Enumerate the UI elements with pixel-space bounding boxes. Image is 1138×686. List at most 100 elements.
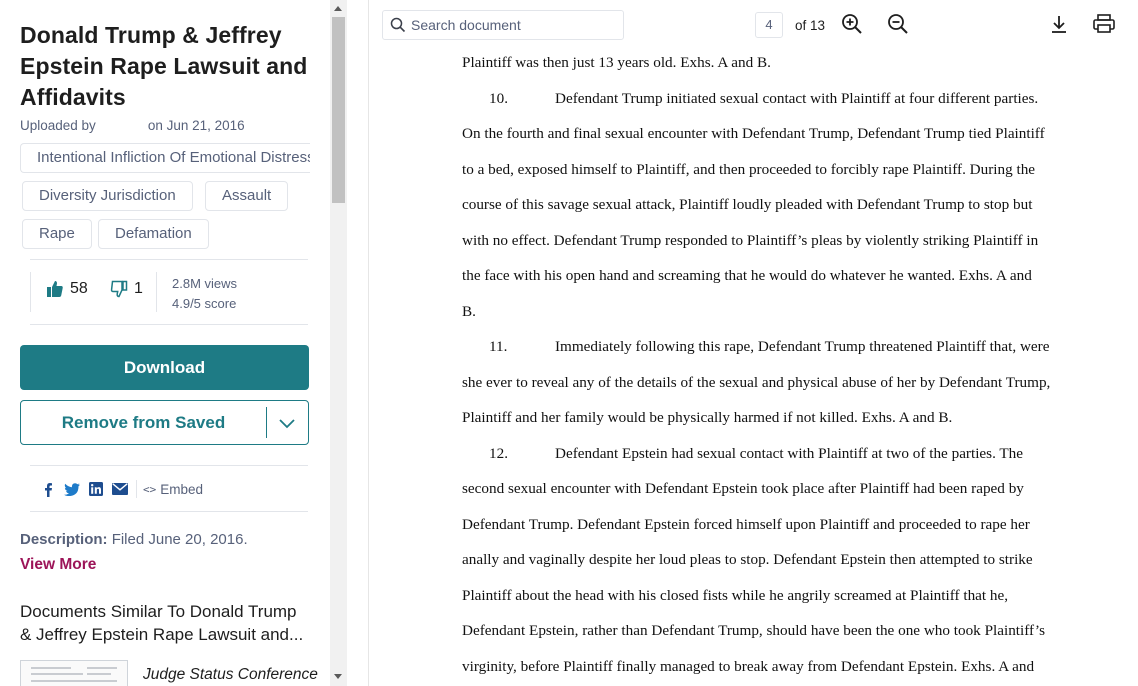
email-share[interactable] [108,478,132,500]
line-text: Defendant Epstein, rather than Defendant… [462,622,1046,639]
document-line: virginity, before Plaintiff finally mana… [462,658,1034,676]
document-line: 12. Defendant Epstein had sexual contact … [462,445,1023,463]
zoom-out-button[interactable] [886,12,910,36]
tag-intentional-infliction[interactable]: Intentional Infliction Of Emotional Dist… [20,143,310,173]
document-line: Defendant Epstein, rather than Defendant… [462,622,1045,640]
document-title: Donald Trump & Jeffrey Epstein Rape Laws… [20,22,308,110]
tag-rape[interactable]: Rape [22,219,92,249]
sidebar-scrollbar[interactable] [330,0,347,686]
line-text: B. [462,302,476,320]
similar-document-title[interactable]: Judge Status Conference [143,666,318,684]
search-input[interactable] [411,14,616,36]
line-text: Plaintiff was then just 13 years old. Ex… [462,54,771,71]
paragraph-number: 10. [489,89,508,107]
divider [156,272,157,312]
paragraph-number: 12. [489,444,508,462]
view-stats: 2.8M views 4.9/5 score [172,274,237,314]
line-text: virginity, before Plaintiff finally mana… [462,657,1035,675]
download-icon [1052,16,1066,33]
document-toolbar: 4 of 13 [369,0,1138,50]
document-line: course of this savage sexual attack, Pla… [462,196,1032,214]
facebook-icon [45,482,52,497]
document-line: she ever to reveal any of the details of… [462,374,1050,392]
tag-diversity-jurisdiction[interactable]: Diversity Jurisdiction [22,181,193,211]
tag-assault[interactable]: Assault [205,181,289,211]
scroll-up-arrow-icon[interactable] [334,6,342,11]
scroll-down-arrow-icon[interactable] [334,674,342,679]
line-text: second sexual encounter with Defendant E… [462,480,1024,497]
divider [266,407,267,438]
uploaded-by-label: Uploaded by [20,118,96,133]
page-number-input[interactable]: 4 [755,12,783,38]
line-text: Plaintiff about the head with his closed… [462,586,1009,604]
total-pages: of 13 [795,18,826,33]
document-line: B. [462,303,476,321]
line-text: Immediately following this rape, Defenda… [555,338,1050,355]
download-doc-button[interactable] [1047,12,1071,36]
document-line: Plaintiff and her family would be physic… [462,409,952,427]
document-line: On the fourth and final sexual encounter… [462,125,1045,143]
dislike-count: 1 [134,280,143,297]
rating-stats: 58 1 2.8M views 4.9/5 score [30,268,308,316]
search-box[interactable] [382,10,624,40]
view-count: 2.8M views [172,276,238,291]
divider [136,480,137,498]
linkedin-icon [89,482,103,496]
view-more-link[interactable]: View More [20,556,96,574]
document-line: Defendant Trump. Defendant Epstein force… [462,516,1030,534]
document-line: with no effect. Defendant Trump responde… [462,232,1038,250]
linkedin-share[interactable] [84,478,108,500]
similar-documents-heading: Documents Similar To Donald Trump & Jeff… [20,602,304,644]
line-text: Defendant Trump. Defendant Epstein force… [462,515,1030,533]
document-line: Plaintiff about the head with his closed… [462,587,1008,605]
description: Description: Filed June 20, 2016. [20,531,248,548]
chevron-down-icon[interactable] [278,414,296,432]
line-text: with no effect. Defendant Trump responde… [462,231,1039,249]
line-text: On the fourth and final sexual encounter… [462,125,1045,142]
scrollbar-thumb[interactable] [332,17,345,203]
document-line: the face with his open hand and screamin… [462,267,1032,285]
embed-label: Embed [160,481,204,497]
document-line: 10. Defendant Trump initiated sexual cont… [462,90,1038,108]
document-line: anally and vaginally despite her loud pl… [462,551,1033,569]
thumbs-up-icon [47,281,63,297]
line-text: to a bed, exposed himself to Plaintiff, … [462,160,1036,178]
code-icon: <> [143,482,157,496]
divider [30,272,31,312]
line-text: Defendant Trump initiated sexual contact… [555,89,1039,107]
email-icon [112,483,128,495]
thumbs-down-icon [110,280,128,298]
divider [30,324,308,325]
line-text: the face with his open hand and screamin… [462,267,1032,284]
line-text: anally and vaginally despite her loud pl… [462,551,1033,568]
embed-button[interactable]: <> Embed [143,482,203,497]
description-label: Description: [20,531,108,548]
line-text: Plaintiff and her family would be physic… [462,409,953,426]
divider [30,259,308,260]
remove-from-saved-label: Remove from Saved [61,413,226,432]
zoom-out-icon [888,14,908,34]
zoom-in-button[interactable] [840,12,864,36]
dislike-button[interactable]: 1 [110,280,143,298]
download-button[interactable]: Download [20,345,309,390]
facebook-share[interactable] [36,478,60,500]
upload-date: on Jun 21, 2016 [147,118,245,133]
print-icon [1093,14,1115,33]
twitter-icon [64,482,80,496]
document-page: Plaintiff was then just 13 years old. Ex… [369,50,1138,686]
remove-from-saved-button[interactable]: Remove from Saved [20,400,309,445]
document-line: second sexual encounter with Defendant E… [462,480,1024,498]
like-button[interactable]: 58 [46,280,88,298]
similar-document-thumbnail[interactable] [20,660,128,686]
line-text: Defendant Epstein had sexual contact wit… [555,444,1024,462]
search-icon [390,17,406,33]
twitter-share[interactable] [60,478,84,500]
document-sidebar: Donald Trump & Jeffrey Epstein Rape Laws… [0,0,330,686]
divider [30,465,308,466]
share-bar: <> Embed [30,478,308,500]
paragraph-number: 11. [489,338,508,355]
document-line: Plaintiff was then just 13 years old. Ex… [462,54,771,72]
tag-defamation[interactable]: Defamation [98,219,209,249]
print-button[interactable] [1092,12,1116,36]
description-text: Filed June 20, 2016. [111,531,248,548]
